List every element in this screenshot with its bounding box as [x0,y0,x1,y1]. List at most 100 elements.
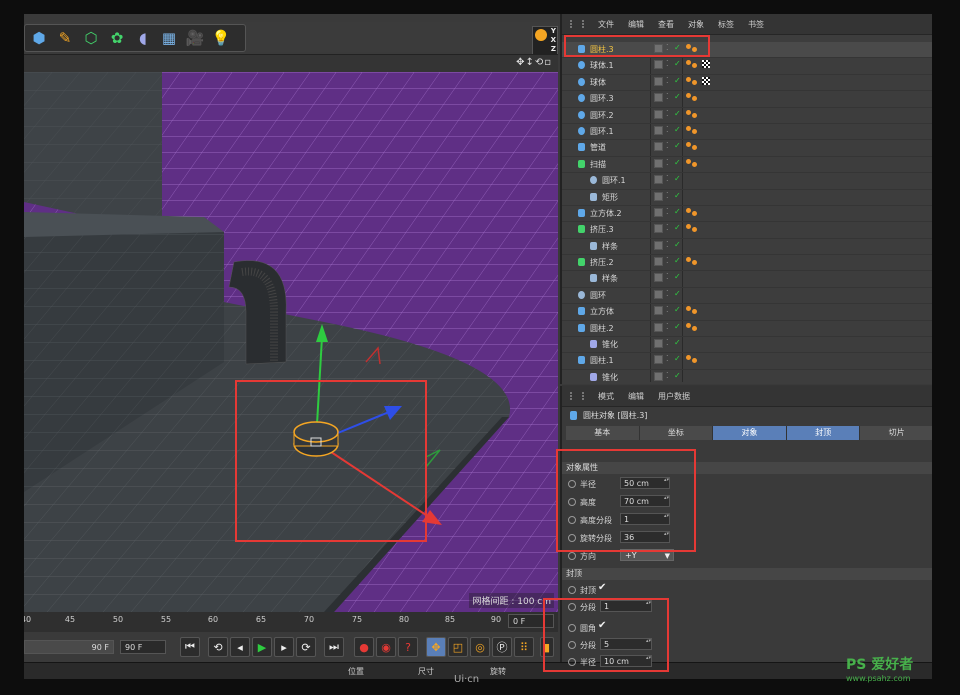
layer-box-icon[interactable] [654,257,663,267]
visibility-dots-icon[interactable]: ⁚ [666,76,669,85]
texture-tag-icon[interactable] [702,60,710,69]
enabled-check-icon[interactable]: ✓ [674,207,681,216]
object-name[interactable]: 锥化 [602,372,618,383]
visibility-dots-icon[interactable]: ⁚ [666,371,669,380]
keyframe-selection-icon[interactable]: ? [398,637,418,657]
timeline-ruler[interactable]: 40 45 50 55 60 65 70 75 80 85 90 0 F [24,612,558,632]
object-row[interactable]: 圆柱.1 ⁚ ✓ [562,353,932,370]
cube-icon[interactable]: ⬢ [28,27,50,49]
enabled-check-icon[interactable]: ✓ [674,305,681,314]
tags-area[interactable] [686,355,698,365]
visibility-dots-icon[interactable]: ⁚ [666,338,669,347]
tags-area[interactable] [686,158,698,169]
menu-tags[interactable]: 标签 [718,19,734,30]
object-row[interactable]: 扫描 ⁚ ✓ [562,157,932,174]
layer-box-icon[interactable] [654,339,663,349]
layer-box-icon[interactable] [654,191,663,201]
layer-box-icon[interactable] [654,224,663,234]
object-row[interactable]: 锥化 ⁚ ✓ [562,370,932,387]
phong-tag-icon[interactable] [692,227,697,233]
phong-tag-icon[interactable] [692,210,697,216]
phong-tag-icon[interactable] [692,161,697,167]
object-row[interactable]: 圆环.1 ⁚ ✓ [562,124,932,141]
object-row[interactable]: 球体 ⁚ ✓ [562,75,932,92]
rotate-key-icon[interactable]: ◎ [470,637,490,657]
play-icon[interactable]: ▶ [252,637,272,657]
tags-area[interactable] [686,125,698,136]
visibility-dots-icon[interactable]: ⁚ [666,191,669,200]
tags-area[interactable] [686,76,710,87]
material-tag-icon[interactable] [686,60,691,66]
tags-area[interactable] [686,109,698,120]
material-tag-icon[interactable] [686,93,691,99]
visibility-dots-icon[interactable]: ⁚ [666,158,669,167]
enabled-check-icon[interactable]: ✓ [674,223,681,232]
prev-frame-icon[interactable]: ◂ [230,637,250,657]
object-row[interactable]: 锥化 ⁚ ✓ [562,337,932,354]
subdivision-icon[interactable]: ⬡ [80,27,102,49]
record-key-icon[interactable]: ● [354,637,374,657]
tags-area[interactable] [686,207,698,218]
panel-grip-icon[interactable] [570,392,584,400]
tab-slice[interactable]: 切片 [860,426,932,440]
animate-radio[interactable] [568,552,576,560]
param-key-icon[interactable]: Ⓟ [492,637,512,657]
phong-tag-icon[interactable] [692,128,697,134]
layer-box-icon[interactable] [654,371,663,381]
layer-box-icon[interactable] [654,355,663,365]
object-row[interactable]: 矩形 ⁚ ✓ [562,190,932,206]
menu-bookmarks[interactable]: 书签 [748,19,764,30]
enabled-check-icon[interactable]: ✓ [674,92,681,101]
visibility-dots-icon[interactable]: ⁚ [666,240,669,249]
menu-object[interactable]: 对象 [688,19,704,30]
visibility-dots-icon[interactable]: ⁚ [666,207,669,216]
object-name[interactable]: 圆环.2 [590,110,614,121]
material-tag-icon[interactable] [686,142,691,148]
phong-tag-icon[interactable] [692,112,697,118]
visibility-dots-icon[interactable]: ⁚ [666,272,669,281]
object-row[interactable]: 管道 ⁚ ✓ [562,140,932,157]
tags-area[interactable] [686,142,698,152]
floor-icon[interactable]: ▦ [158,27,180,49]
visibility-dots-icon[interactable]: ⁚ [666,125,669,134]
object-name[interactable]: 圆环 [590,290,606,301]
layer-box-icon[interactable] [654,306,663,316]
enabled-check-icon[interactable]: ✓ [674,322,681,331]
tags-area[interactable] [686,60,710,70]
object-row[interactable]: 挤压.2 ⁚ ✓ [562,255,932,272]
phong-tag-icon[interactable] [692,79,697,85]
object-name[interactable]: 样条 [602,273,618,284]
tags-area[interactable] [686,224,698,234]
enabled-check-icon[interactable]: ✓ [674,272,681,281]
layer-box-icon[interactable] [654,142,663,152]
layer-box-icon[interactable] [654,289,663,299]
phong-tag-icon[interactable] [692,145,697,151]
visibility-dots-icon[interactable]: ⁚ [666,141,669,150]
visibility-dots-icon[interactable]: ⁚ [666,92,669,101]
visibility-dots-icon[interactable]: ⁚ [666,354,669,363]
next-frame-icon[interactable]: ▸ [274,637,294,657]
object-row[interactable]: 圆环.3 ⁚ ✓ [562,91,932,108]
material-tag-icon[interactable] [686,257,691,263]
phong-tag-icon[interactable] [692,325,697,331]
visibility-dots-icon[interactable]: ⁚ [666,322,669,331]
prev-keyframe-icon[interactable]: ⟲ [208,637,228,657]
menu-edit[interactable]: 编辑 [628,391,644,402]
menu-edit[interactable]: 编辑 [628,19,644,30]
object-row[interactable]: 圆环.2 ⁚ ✓ [562,108,932,124]
layer-box-icon[interactable] [654,125,663,135]
object-name[interactable]: 扫描 [590,159,606,170]
enabled-check-icon[interactable]: ✓ [674,158,681,167]
enabled-check-icon[interactable]: ✓ [674,191,681,200]
phong-tag-icon[interactable] [692,358,697,364]
layer-box-icon[interactable] [654,109,663,119]
material-tag-icon[interactable] [686,76,691,82]
viewport-nav-icons[interactable]: ✥↕⟲▫ [516,57,552,68]
object-name[interactable]: 立方体.2 [590,208,622,219]
panel-grip-icon[interactable] [570,20,584,28]
scale-key-icon[interactable]: ◰ [448,637,468,657]
pen-icon[interactable]: ✎ [54,27,76,49]
material-tag-icon[interactable] [686,109,691,115]
visibility-dots-icon[interactable]: ⁚ [666,59,669,68]
material-tag-icon[interactable] [686,306,691,312]
